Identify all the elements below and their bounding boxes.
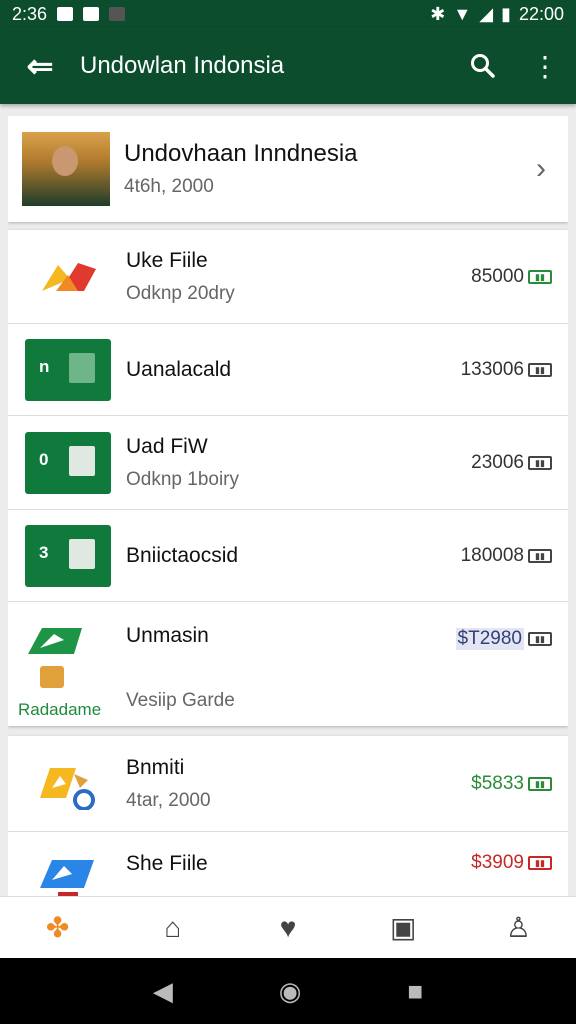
green-folded-file-icon xyxy=(28,628,82,654)
list-item[interactable]: 3 Bniictaocsid 180008 ▮▮ xyxy=(8,510,568,602)
blue-folded-file-icon xyxy=(40,860,94,896)
item-subtitle: 4tar, 2000 xyxy=(126,789,211,811)
more-vert-icon: ⋮ xyxy=(531,50,559,82)
status-badge-icon: ▮▮ xyxy=(528,776,552,791)
item-name: Bniictaocsid xyxy=(126,543,239,567)
wifi-icon: ▼ xyxy=(453,3,472,24)
bluetooth-icon: ✱ xyxy=(430,3,446,24)
heart-icon: ♥ xyxy=(279,911,297,943)
list-item[interactable]: Bnmiti 4tar, 2000 $5833 ▮▮ xyxy=(8,736,568,832)
file-thumbnail xyxy=(24,753,112,815)
header-title: Undovhaan Inndnesia xyxy=(124,140,358,167)
header-card[interactable]: Undovhaan Inndnesia 4t6h, 2000 › xyxy=(8,116,568,222)
app-bar: ⇐ Undowlan Indonsia ⋮ xyxy=(0,28,576,104)
nav-photos[interactable]: ▣ xyxy=(346,911,461,944)
status-bar: 2:36 ✱ ▼ ◢ ▮ 22:00 xyxy=(0,0,576,28)
status-badge-icon: ▮▮ xyxy=(528,632,552,646)
search-button[interactable] xyxy=(452,53,514,79)
status-right-time: 22:00 xyxy=(518,3,564,24)
content-list: Undovhaan Inndnesia 4t6h, 2000 › Uke Fii… xyxy=(8,116,568,896)
list-item[interactable]: 0 Uad FiW Odknp 1boiry 23006 ▮▮ xyxy=(8,416,568,510)
item-amount: 85000 xyxy=(471,265,524,287)
system-navigation-bar: ◀ ◉ ■ xyxy=(0,958,576,1024)
bottom-navigation: ✤ ⌂ ♥ ▣ ♙ xyxy=(0,896,576,958)
file-thumbnail xyxy=(24,852,112,896)
item-amount: $3909 xyxy=(471,852,524,873)
back-nav-icon[interactable]: ◀ xyxy=(153,976,173,1007)
status-badge-icon: ▮▮ xyxy=(528,269,552,284)
item-name: Uad FiW xyxy=(126,434,208,458)
back-button[interactable]: ⇐ xyxy=(0,47,80,85)
item-amount: $5833 xyxy=(471,772,524,794)
file-thumbnail: 3 xyxy=(24,524,112,587)
item-name: She Fiile xyxy=(126,852,208,875)
item-name: Bnmiti xyxy=(126,755,185,779)
item-amount: $T2980 xyxy=(455,628,524,650)
item-name: Uanalacald xyxy=(126,357,232,381)
header-subtitle: 4t6h, 2000 xyxy=(124,176,214,197)
list-group-1: Uke Fiile Odknp 20dry 85000 ▮▮ n Uanalac… xyxy=(8,230,568,726)
notification-icon xyxy=(83,7,100,21)
item-name: Uke Fiile xyxy=(126,248,208,272)
item-side-label: Radadame xyxy=(18,700,102,719)
mail-icon xyxy=(57,7,74,21)
home-nav-icon[interactable]: ◉ xyxy=(279,976,302,1007)
app-logo-icon: ✤ xyxy=(45,912,70,943)
item-amount: 180008 xyxy=(460,544,524,566)
folded-file-icon xyxy=(42,262,96,291)
nav-favorites[interactable]: ♥ xyxy=(230,912,345,944)
list-group-2: Bnmiti 4tar, 2000 $5833 ▮▮ She Fiile $39… xyxy=(8,736,568,896)
back-arrow-icon: ⇐ xyxy=(26,48,54,84)
item-subtitle: Vesiip Garde xyxy=(126,690,235,711)
item-subtitle: Odknp 1boiry xyxy=(126,468,240,490)
app-title: Undowlan Indonsia xyxy=(80,52,285,79)
photo-icon: ▣ xyxy=(389,912,417,943)
yellow-folded-file-icon xyxy=(40,767,95,810)
list-item[interactable]: n Uanalacald 133006 ▮▮ xyxy=(8,324,568,416)
item-subtitle: Odknp 20dry xyxy=(126,282,235,304)
item-name: Unmasin xyxy=(126,624,209,647)
battery-icon: ▮ xyxy=(501,3,511,24)
list-item[interactable]: Radadame Unmasin Vesiip Garde $T2980 ▮▮ xyxy=(8,602,568,726)
nav-profile[interactable]: ♙ xyxy=(461,911,576,944)
calendar-icon xyxy=(40,666,64,688)
recents-nav-icon[interactable]: ■ xyxy=(407,976,423,1007)
file-thumbnail: n xyxy=(24,338,112,401)
chevron-right-icon: › xyxy=(536,152,546,185)
status-badge-icon: ▮▮ xyxy=(528,856,552,870)
profile-icon: ♙ xyxy=(505,912,531,943)
signal-icon: ◢ xyxy=(479,3,494,24)
nav-home[interactable]: ⌂ xyxy=(115,912,230,944)
home-icon: ⌂ xyxy=(164,911,182,943)
green-tile-icon: 0 xyxy=(25,431,111,494)
status-time: 2:36 xyxy=(12,3,48,24)
list-item[interactable]: She Fiile $3909 ▮▮ xyxy=(8,832,568,896)
status-badge-icon: ▮▮ xyxy=(528,455,552,470)
status-badge-icon: ▮▮ xyxy=(528,362,552,377)
item-amount: 23006 xyxy=(471,451,524,473)
more-options-button[interactable]: ⋮ xyxy=(514,50,576,83)
green-tile-icon: n xyxy=(25,338,111,401)
status-badge-icon: ▮▮ xyxy=(528,548,552,563)
avatar xyxy=(22,132,110,206)
green-tile-icon: 3 xyxy=(25,524,111,587)
file-thumbnail xyxy=(24,246,112,308)
search-icon xyxy=(471,54,495,78)
image-icon xyxy=(109,7,126,21)
list-item[interactable]: Uke Fiile Odknp 20dry 85000 ▮▮ xyxy=(8,230,568,324)
nav-app-logo[interactable]: ✤ xyxy=(0,911,115,944)
item-amount: 133006 xyxy=(460,358,524,380)
file-thumbnail: 0 xyxy=(24,431,112,494)
